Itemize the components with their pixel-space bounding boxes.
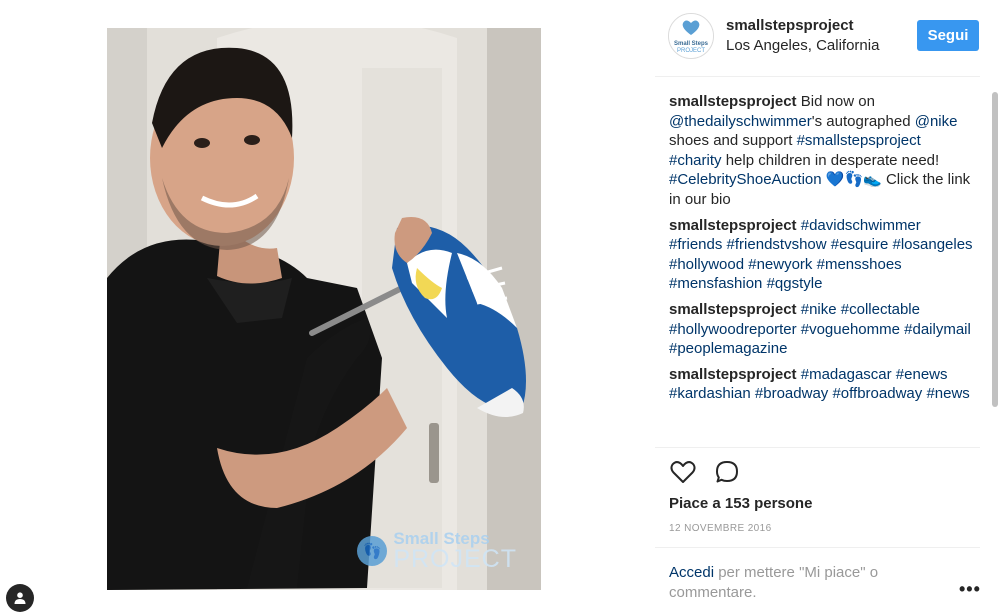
mention-link[interactable]: @thedailyschwimmer — [669, 113, 812, 130]
caption: smallstepsproject Bid now on @thedailysc… — [669, 93, 971, 208]
follow-button[interactable]: Segui — [917, 20, 979, 51]
hashtag-link[interactable]: #esquire — [831, 236, 889, 253]
comments-list: smallstepsproject Bid now on @thedailysc… — [669, 92, 974, 410]
hashtag-link[interactable]: #charity — [669, 152, 722, 169]
hashtag-link[interactable]: #newyork — [748, 256, 812, 273]
divider — [655, 447, 980, 448]
comment-username[interactable]: smallstepsproject — [669, 301, 797, 318]
hashtag-link[interactable]: #smallstepsproject — [797, 132, 921, 149]
hashtag-link[interactable]: #broadway — [755, 385, 828, 402]
hashtag-link[interactable]: #voguehomme — [801, 321, 900, 338]
hashtag-link[interactable]: #qgstyle — [767, 275, 823, 292]
small-steps-logo: Small Steps PROJECT — [669, 14, 713, 58]
photo-illustration — [107, 28, 541, 590]
heart-icon[interactable] — [669, 458, 697, 486]
photo-panel: 👣 Small Steps PROJECT — [0, 0, 655, 616]
watermark-line2: PROJECT — [393, 545, 517, 573]
svg-text:PROJECT: PROJECT — [677, 48, 705, 54]
hashtag-link[interactable]: #dailymail — [904, 321, 971, 338]
comment-username[interactable]: smallstepsproject — [669, 366, 797, 383]
hashtag-link[interactable]: #mensshoes — [817, 256, 902, 273]
comment-username[interactable]: smallstepsproject — [669, 217, 797, 234]
divider — [655, 547, 980, 548]
hashtag-link[interactable]: #mensfashion — [669, 275, 762, 292]
watermark-logo: 👣 Small Steps PROJECT — [357, 530, 517, 572]
more-options-icon[interactable]: ••• — [959, 579, 981, 600]
hashtag-link[interactable]: #CelebrityShoeAuction — [669, 171, 822, 188]
post-header: Small Steps PROJECT smallstepsproject Lo… — [655, 0, 980, 77]
hashtag-link[interactable]: #news — [926, 385, 969, 402]
post-location[interactable]: Los Angeles, California — [726, 37, 879, 54]
user-tag-icon[interactable] — [6, 584, 34, 612]
post-date[interactable]: 12 novembre 2016 — [669, 523, 772, 534]
comment-username[interactable]: smallstepsproject — [669, 93, 797, 110]
hashtag-link[interactable]: #nike — [801, 301, 837, 318]
mention-link[interactable]: @nike — [915, 113, 958, 130]
hashtag-link[interactable]: #enews — [896, 366, 948, 383]
login-link[interactable]: Accedi — [669, 564, 714, 581]
login-prompt: Accedi per mettere "Mi piace" o commenta… — [669, 564, 879, 601]
hashtag-link[interactable]: #madagascar — [801, 366, 892, 383]
comment: smallstepsproject #nike #collectable #ho… — [669, 300, 974, 359]
hashtag-link[interactable]: #hollywoodreporter — [669, 321, 797, 338]
likes-count[interactable]: Piace a 153 persone — [669, 495, 812, 512]
hashtag-link[interactable]: #collectable — [841, 301, 920, 318]
comments-scrollbar[interactable] — [992, 92, 998, 407]
hashtag-link[interactable]: #friends — [669, 236, 722, 253]
svg-text:Small Steps: Small Steps — [674, 41, 709, 47]
hashtag-link[interactable]: #davidschwimmer — [801, 217, 921, 234]
hashtag-comments: smallstepsproject #davidschwimmer #frien… — [669, 216, 974, 404]
comment: smallstepsproject #davidschwimmer #frien… — [669, 216, 974, 294]
post-actions — [669, 458, 741, 486]
hashtag-link[interactable]: #offbroadway — [832, 385, 922, 402]
hashtag-link[interactable]: #hollywood — [669, 256, 744, 273]
post-photo[interactable]: 👣 Small Steps PROJECT — [107, 28, 541, 590]
footprint-icon: 👣 — [357, 536, 388, 566]
post-username[interactable]: smallstepsproject — [726, 17, 854, 34]
avatar[interactable]: Small Steps PROJECT — [668, 13, 714, 59]
comment-icon[interactable] — [713, 458, 741, 486]
comment: smallstepsproject #madagascar #enews #ka… — [669, 365, 974, 404]
hashtag-link[interactable]: #friendstvshow — [727, 236, 827, 253]
emoji-text: 💙👣👟 — [821, 171, 886, 189]
hashtag-link[interactable]: #losangeles — [893, 236, 973, 253]
hashtag-link[interactable]: #peoplemagazine — [669, 340, 787, 357]
hashtag-link[interactable]: #kardashian — [669, 385, 751, 402]
